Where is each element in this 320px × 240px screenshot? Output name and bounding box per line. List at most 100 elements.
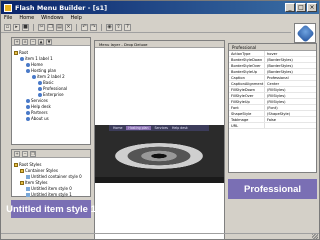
tree-item[interactable]: Enterprise — [38, 92, 64, 97]
preview-menu-item[interactable]: Hosting plan — [126, 126, 151, 130]
property-key: Font — [229, 105, 265, 110]
resize-grip-icon[interactable] — [312, 234, 318, 240]
property-value[interactable] — [265, 123, 316, 128]
property-key: TabImage — [229, 117, 265, 122]
open-icon[interactable]: ▸ — [13, 24, 20, 31]
menu-preview[interactable]: Home Hosting plan Services Help desk — [95, 125, 224, 183]
tree-item[interactable]: Basic — [38, 80, 54, 85]
maximize-button[interactable]: □ — [296, 3, 306, 12]
delete-icon[interactable]: × — [65, 24, 72, 31]
menu-home[interactable]: Home — [19, 14, 34, 23]
copy-icon[interactable]: ❐ — [47, 24, 54, 31]
style-icon — [26, 174, 30, 179]
tree-item-label: Services — [31, 98, 48, 103]
property-key: BorderStyleOver — [229, 63, 265, 68]
move-down-icon[interactable]: ▼ — [46, 38, 52, 45]
tree-item[interactable]: Root Styles — [14, 162, 41, 167]
property-value[interactable]: (Font) — [265, 105, 316, 110]
main-toolbar: ▫ ▸ ■ ✂ ❐ ▤ × ↶ ↷ ◉ ⇪ ? — [1, 23, 291, 33]
tree-item[interactable]: About us — [26, 116, 49, 121]
cut-icon[interactable]: ✂ — [38, 24, 45, 31]
tree-item[interactable]: item 1 label 1 — [20, 56, 53, 61]
minimize-button[interactable]: _ — [285, 3, 295, 12]
tree-item-label: Untitled item style 1 — [31, 192, 72, 197]
paste-icon[interactable]: ▤ — [56, 24, 63, 31]
property-value[interactable]: (BorderStyles) — [265, 69, 316, 74]
new-icon[interactable]: ▫ — [4, 24, 11, 31]
item-icon — [26, 104, 30, 109]
property-value[interactable]: Professional — [265, 75, 316, 80]
preview-bottom-bar — [95, 177, 224, 183]
tree-item-label: Basic — [43, 80, 54, 85]
folder-icon — [20, 168, 24, 173]
property-value[interactable]: hover — [265, 51, 316, 56]
tree-item-label: Partners — [31, 110, 48, 115]
property-value[interactable]: (FillStyles) — [265, 87, 316, 92]
copy-style-icon[interactable]: ❐ — [30, 150, 36, 157]
add-item-icon[interactable]: + — [14, 38, 20, 45]
menu-windows[interactable]: Windows — [41, 14, 63, 23]
property-value[interactable]: (FillStyles) — [265, 99, 316, 104]
property-key: FillStyleOver — [229, 93, 265, 98]
tree-item[interactable]: Root — [14, 50, 28, 55]
tree-item[interactable]: Item Styles — [20, 180, 48, 185]
title-bar: Flash Menu Builder - [s1] _ □ × — [1, 1, 319, 14]
toolbar-separator — [33, 24, 34, 31]
tree-item[interactable]: Untitled container style 0 — [26, 174, 82, 179]
tree-item-label: Professional — [43, 86, 68, 91]
remove-style-icon[interactable]: − — [22, 150, 28, 157]
undo-icon[interactable]: ↶ — [81, 24, 88, 31]
property-key: CaptionAlignment — [231, 81, 265, 86]
tree-item[interactable]: item 2 label 2 — [32, 74, 65, 79]
folder-icon — [14, 50, 18, 55]
publish-icon[interactable]: ⇪ — [115, 24, 122, 31]
tree-item-label: Help desk — [31, 104, 51, 109]
tree-item-label: Enterprise — [43, 92, 64, 97]
redo-icon[interactable]: ↷ — [90, 24, 97, 31]
tree-item[interactable]: Services — [26, 98, 48, 103]
property-value[interactable]: (FillStyles) — [265, 93, 316, 98]
tree-item[interactable]: Container Styles — [20, 168, 58, 173]
tree-item[interactable]: Hosting plan — [26, 68, 56, 73]
property-value[interactable]: False — [265, 117, 316, 122]
tree-item-label: About us — [31, 116, 49, 121]
preview-menu-strip: Home Hosting plan Services Help desk — [109, 125, 209, 131]
property-value[interactable]: (ShapeStyle) — [265, 111, 316, 116]
preview-icon[interactable]: ◉ — [106, 24, 113, 31]
tree-item[interactable]: Professional — [38, 86, 67, 91]
remove-item-icon[interactable]: − — [30, 38, 36, 45]
tree-item[interactable]: Home — [26, 62, 43, 67]
item-icon — [20, 56, 24, 61]
tree-item-label: Root — [19, 50, 29, 55]
close-button[interactable]: × — [307, 3, 317, 12]
tree-item[interactable]: Untitled item style 1 — [26, 192, 72, 197]
property-key: FillStyleDown — [229, 87, 265, 92]
menu-help[interactable]: Help — [70, 14, 81, 23]
property-value[interactable]: (BorderStyles) — [265, 57, 316, 62]
tree-item-label: Home — [31, 62, 43, 67]
add-style-icon[interactable]: + — [14, 150, 20, 157]
save-icon[interactable]: ■ — [22, 24, 29, 31]
menu-tree-toolbar: + ± − ▲ ▼ — [12, 38, 90, 46]
move-up-icon[interactable]: ▲ — [38, 38, 44, 45]
tree-item-label: Untitled container style 0 — [31, 174, 82, 179]
item-icon — [26, 110, 30, 115]
preview-menu-item[interactable]: Home — [113, 126, 122, 130]
item-icon — [38, 80, 42, 85]
property-value[interactable]: Center — [265, 81, 316, 86]
property-row[interactable]: URL — [229, 123, 316, 129]
selected-item-banner: Professional — [228, 179, 317, 199]
property-value[interactable]: (BorderStyles) — [265, 63, 316, 68]
item-icon — [26, 98, 30, 103]
help-icon[interactable]: ? — [124, 24, 131, 31]
tree-item[interactable]: Partners — [26, 110, 48, 115]
preview-menu-item[interactable]: Services — [155, 126, 168, 130]
add-subitem-icon[interactable]: ± — [22, 38, 28, 45]
app-icon — [4, 3, 12, 12]
style-icon — [26, 192, 30, 197]
toolbar-separator — [101, 24, 102, 31]
preview-menu-item[interactable]: Help desk — [172, 126, 188, 130]
menu-file[interactable]: File — [4, 14, 12, 23]
tree-item[interactable]: Help desk — [26, 104, 51, 109]
tree-item[interactable]: Untitled item style 0 — [26, 186, 72, 191]
